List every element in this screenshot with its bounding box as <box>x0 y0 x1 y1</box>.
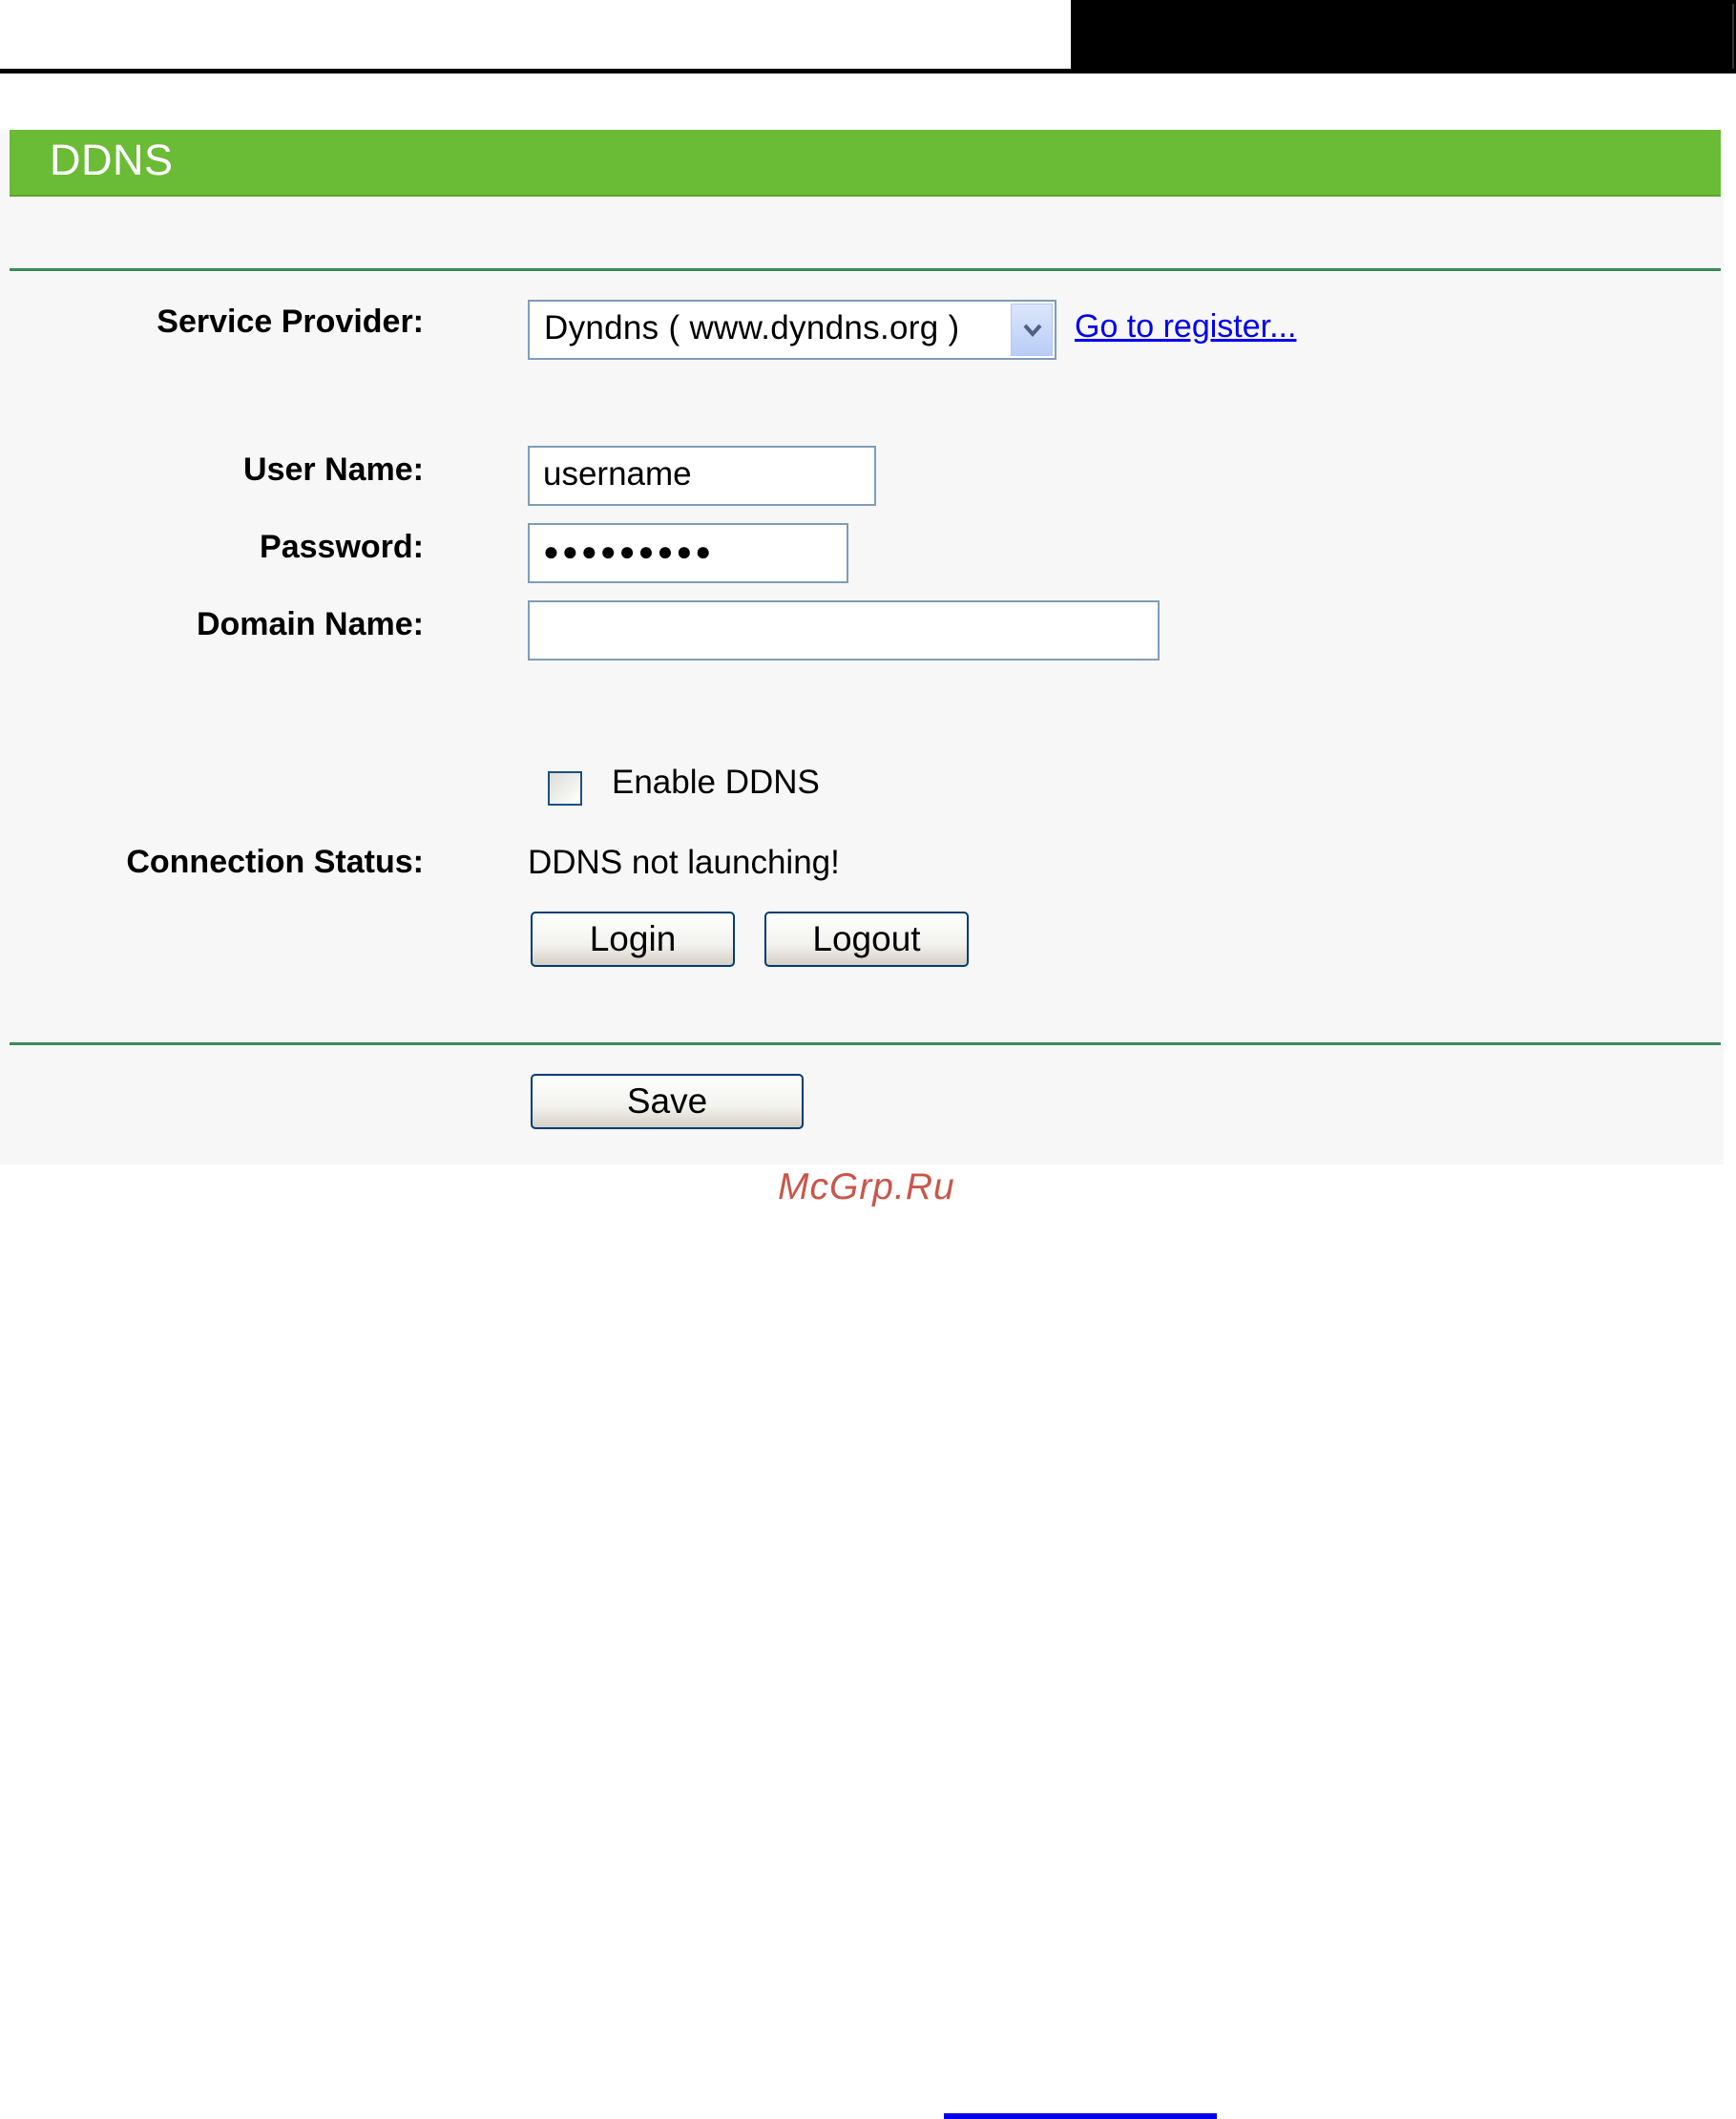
service-provider-select[interactable]: Dyndns ( www.dyndns.org ) <box>528 300 1056 360</box>
save-button[interactable]: Save <box>531 1074 804 1129</box>
service-provider-label: Service Provider: <box>157 304 424 340</box>
enable-ddns-checkbox[interactable] <box>548 771 582 806</box>
ddns-panel: DDNS Service Provider: Dyndns ( www.dynd… <box>0 130 1724 1207</box>
password-input[interactable]: ●●●●●●●●● <box>528 523 848 583</box>
document-header-rule <box>0 69 1091 73</box>
user-name-label: User Name: <box>243 451 424 488</box>
user-name-input[interactable]: username <box>528 446 876 506</box>
page-title: DDNS <box>50 136 174 184</box>
go-to-register-link[interactable]: Go to register... <box>1075 308 1296 346</box>
header-divider <box>1732 4 1734 69</box>
top-divider <box>10 268 1721 271</box>
document-header-block <box>1071 0 1736 73</box>
domain-name-label: Domain Name: <box>196 606 424 642</box>
connection-status-value: DDNS not launching! <box>528 844 840 881</box>
connection-status-label: Connection Status: <box>126 844 424 880</box>
password-label: Password: <box>260 529 424 565</box>
watermark: McGrp.Ru <box>778 1166 955 1207</box>
domain-name-input[interactable] <box>528 600 1160 661</box>
service-provider-selected: Dyndns ( www.dyndns.org ) <box>544 309 960 346</box>
enable-ddns-label[interactable]: Enable DDNS <box>612 764 820 802</box>
page-footer-bar <box>944 2113 1217 2119</box>
logout-button[interactable]: Logout <box>764 912 969 967</box>
chevron-down-icon <box>1023 324 1042 338</box>
login-button[interactable]: Login <box>531 912 735 967</box>
panel-title-bar: DDNS <box>10 130 1721 197</box>
bottom-divider <box>10 1042 1721 1045</box>
dropdown-button[interactable] <box>1011 304 1053 356</box>
page: DDNS Service Provider: Dyndns ( www.dynd… <box>0 0 1736 2119</box>
